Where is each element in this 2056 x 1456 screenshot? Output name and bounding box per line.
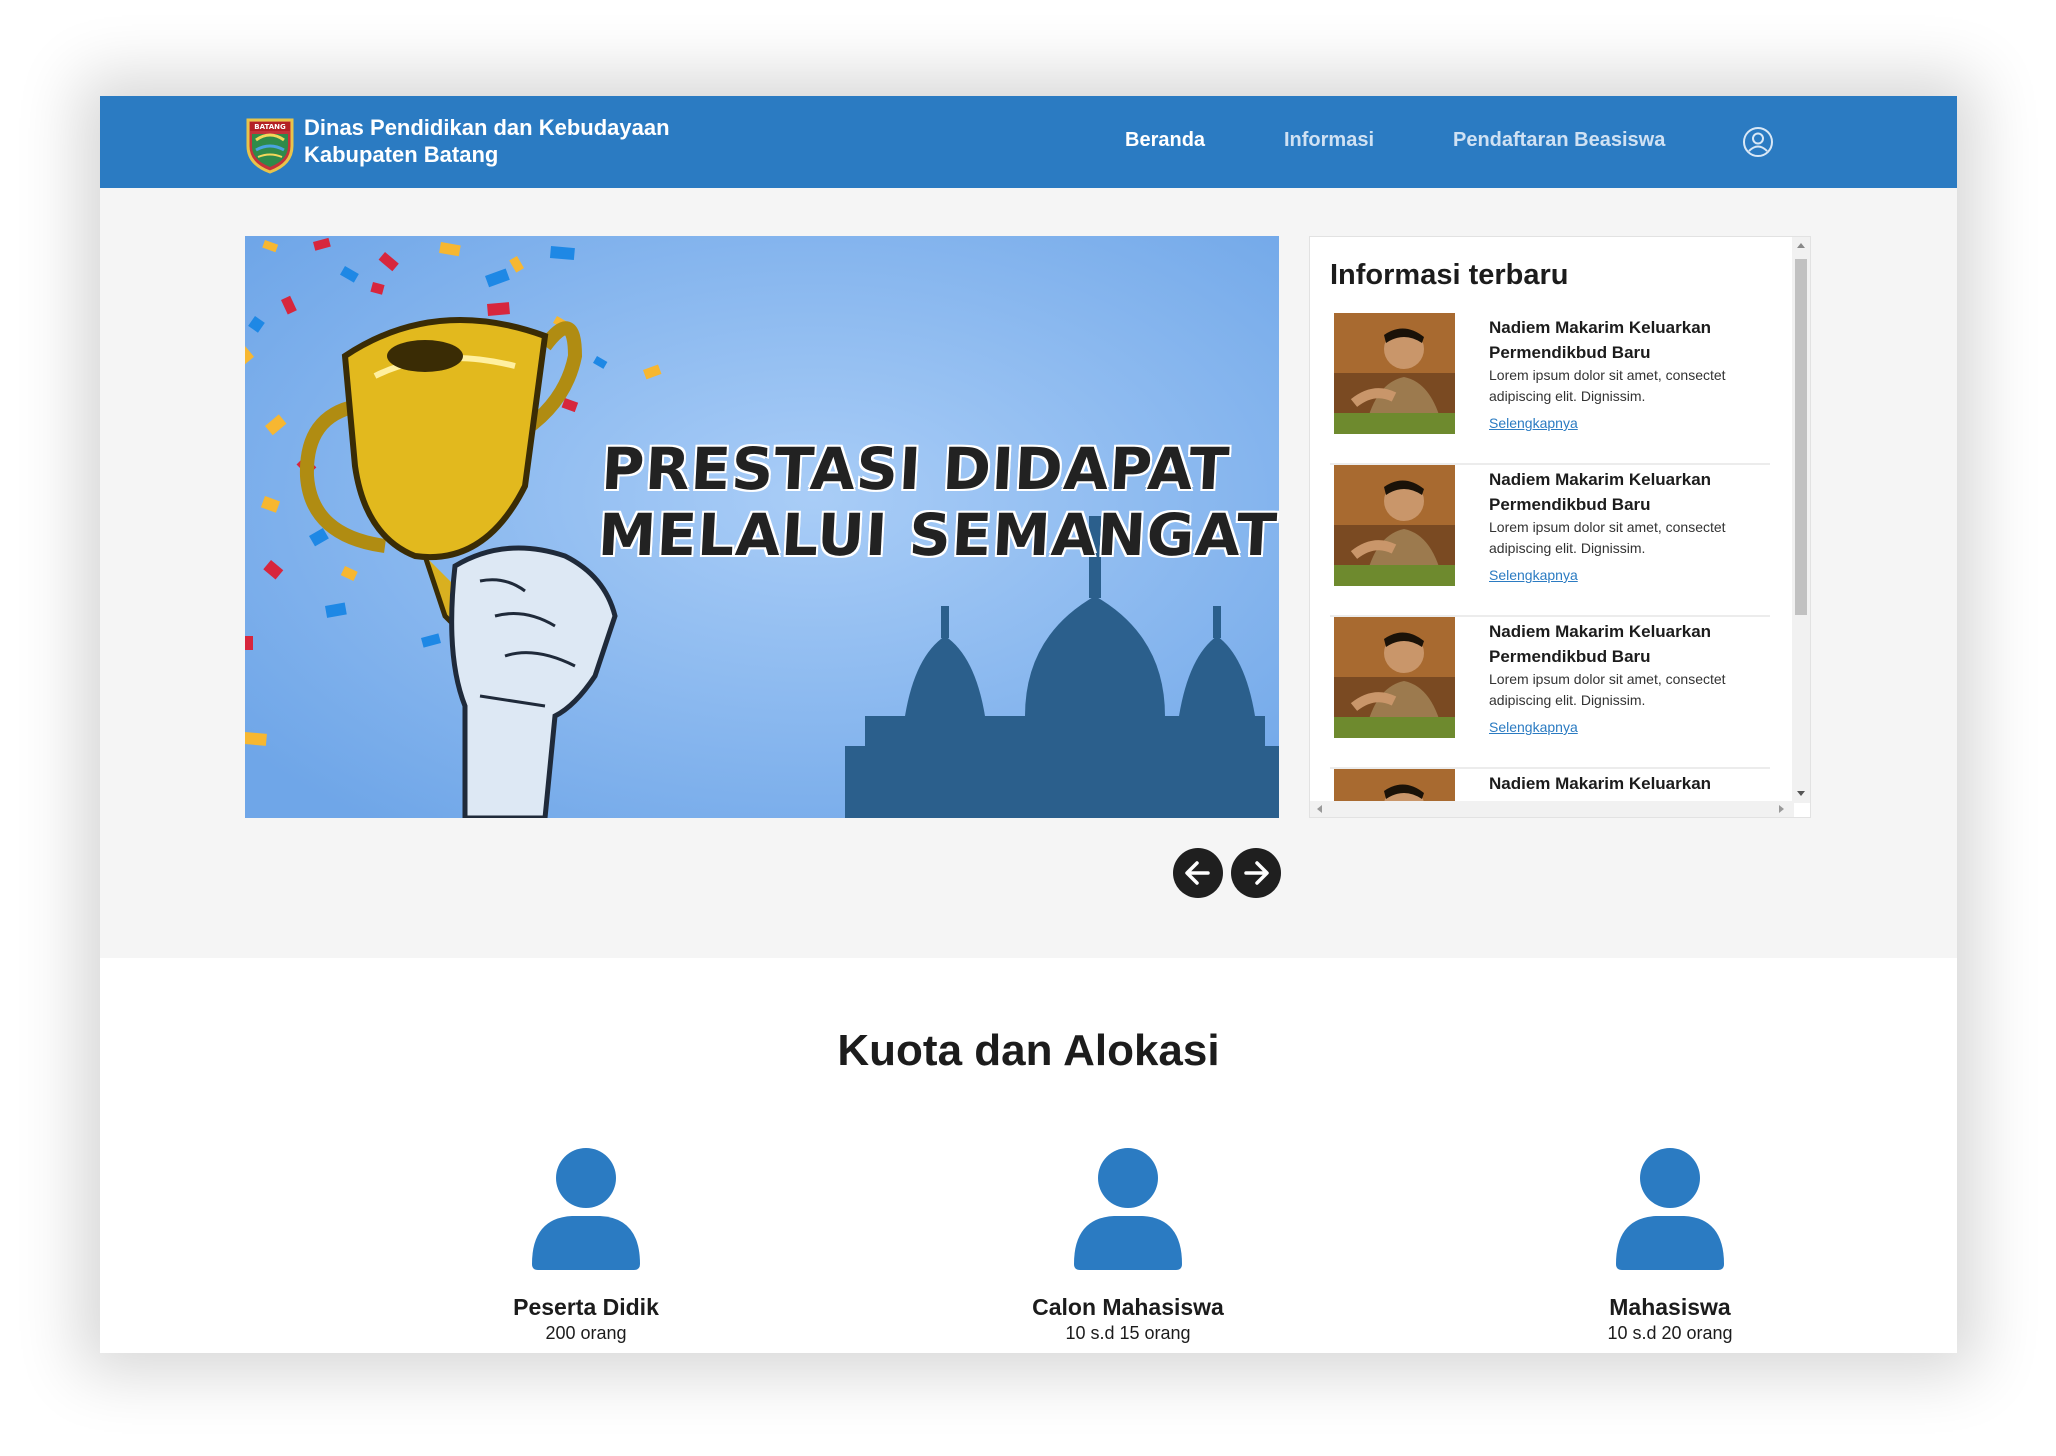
news-item[interactable]: Nadiem Makarim Keluarkan Permendikbud Ba… [1330, 465, 1770, 617]
quota-label: Calon Mahasiswa [1032, 1294, 1224, 1320]
quota-section: Kuota dan Alokasi Peserta Didik 200 oran… [100, 958, 1957, 1353]
nav-informasi[interactable]: Informasi [1284, 129, 1374, 152]
quota-value: 200 orang [545, 1323, 627, 1343]
banner-line-1: PRESTASI DIDAPAT [599, 435, 1232, 503]
scroll-up-icon[interactable] [1797, 243, 1805, 248]
news-headline: Nadiem Makarim Keluarkan Permendikbud Ba… [1489, 622, 1712, 666]
svg-text:BATANG: BATANG [254, 123, 286, 131]
news-thumbnail[interactable] [1334, 313, 1455, 434]
user-icon [532, 1148, 640, 1270]
read-more-link[interactable]: Selengkapnya [1489, 719, 1578, 735]
quota-label: Peserta Didik [513, 1294, 659, 1320]
user-icon [1074, 1148, 1182, 1270]
quota-value: 10 s.d 15 orang [1065, 1323, 1191, 1343]
news-excerpt: Lorem ipsum dolor sit amet, consectet ad… [1489, 519, 1726, 556]
horizontal-scrollbar[interactable] [1310, 801, 1794, 817]
brand-line-1: Dinas Pendidikan dan Kebudayaan [304, 115, 670, 140]
brand-line-2: Kabupaten Batang [304, 142, 499, 167]
brand-title[interactable]: Dinas Pendidikan dan Kebudayaan Kabupate… [304, 114, 670, 168]
news-excerpt: Lorem ipsum dolor sit amet, consectet ad… [1489, 367, 1726, 404]
quota-title: Kuota dan Alokasi [837, 1026, 1220, 1075]
browser-viewport: BATANG Dinas Pendidikan dan Kebudayaan K… [100, 96, 1957, 1353]
quota-value: 10 s.d 20 orang [1607, 1323, 1733, 1343]
quota-card-calon-mahasiswa: Calon Mahasiswa 10 s.d 15 orang [968, 1148, 1288, 1344]
arrow-left-icon [1185, 861, 1210, 885]
read-more-link[interactable]: Selengkapnya [1489, 567, 1578, 583]
arrow-right-icon [1244, 861, 1269, 885]
carousel-next-button[interactable] [1231, 848, 1281, 898]
news-thumbnail[interactable] [1334, 465, 1455, 586]
quota-label: Mahasiswa [1609, 1294, 1731, 1320]
quota-card-peserta-didik: Peserta Didik 200 orang [426, 1148, 746, 1344]
scroll-left-icon[interactable] [1317, 805, 1322, 813]
carousel-prev-button[interactable] [1173, 848, 1223, 898]
news-headline: Nadiem Makarim Keluarkan Permendikbud Ba… [1489, 318, 1712, 362]
news-item[interactable]: Nadiem Makarim Keluarkan Permendikbud Ba… [1330, 313, 1770, 465]
read-more-link[interactable]: Selengkapnya [1489, 415, 1578, 431]
scrollbar-thumb[interactable] [1795, 259, 1807, 615]
user-icon [1616, 1148, 1724, 1270]
nav-pendaftaran-beasiswa[interactable]: Pendaftaran Beasiswa [1453, 129, 1665, 152]
banner-headline: PRESTASI DIDAPAT MELALUI SEMANGAT [596, 435, 1279, 569]
top-navbar: BATANG Dinas Pendidikan dan Kebudayaan K… [100, 96, 1957, 188]
hero-banner: PRESTASI DIDAPAT MELALUI SEMANGAT [245, 236, 1279, 818]
latest-info-panel[interactable]: Informasi terbaru Nadiem Makarim Keluark… [1309, 236, 1811, 818]
info-panel-title: Informasi terbaru [1330, 259, 1569, 291]
scroll-right-icon[interactable] [1779, 805, 1784, 813]
news-item[interactable]: Nadiem Makarim Keluarkan Permendikbud Ba… [1330, 617, 1770, 769]
news-list: Nadiem Makarim Keluarkan Permendikbud Ba… [1330, 313, 1770, 817]
nav-beranda[interactable]: Beranda [1125, 129, 1205, 152]
news-excerpt: Lorem ipsum dolor sit amet, consectet ad… [1489, 671, 1726, 708]
quota-card-mahasiswa: Mahasiswa 10 s.d 20 orang [1510, 1148, 1830, 1344]
vertical-scrollbar[interactable] [1792, 237, 1810, 803]
scroll-down-icon[interactable] [1797, 791, 1805, 796]
news-headline: Nadiem Makarim Keluarkan Permendikbud Ba… [1489, 470, 1712, 514]
news-thumbnail[interactable] [1334, 617, 1455, 738]
batang-logo: BATANG [246, 118, 294, 174]
user-circle-icon[interactable] [1742, 126, 1774, 158]
news-headline: Nadiem Makarim Keluarkan [1489, 774, 1712, 793]
banner-line-2: MELALUI SEMANGAT [596, 501, 1279, 569]
